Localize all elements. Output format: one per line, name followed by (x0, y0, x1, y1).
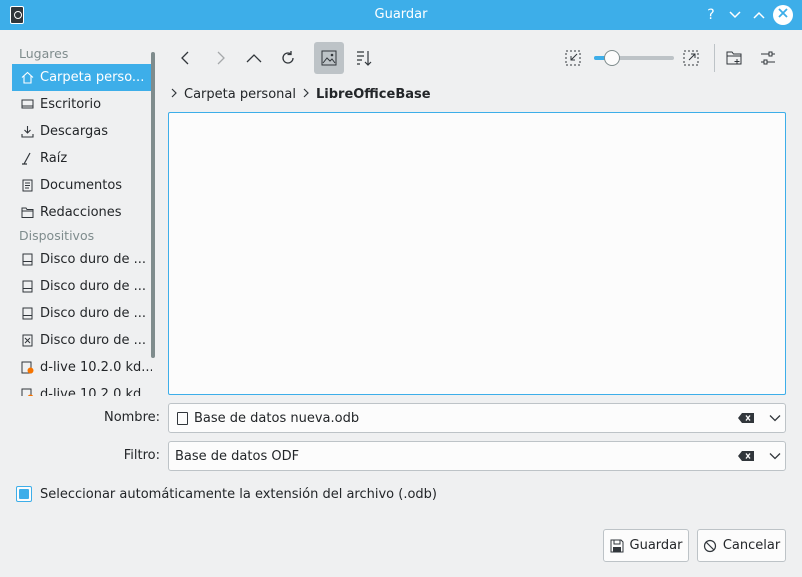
sort-button[interactable] (349, 42, 379, 74)
reload-button[interactable] (273, 42, 303, 74)
reload-icon (282, 51, 294, 64)
harddisk-icon (21, 334, 34, 347)
window-title: Guardar (374, 7, 428, 22)
filename-combo[interactable]: Base de datos nueva.odb (168, 403, 786, 433)
optical-disc-icon (21, 388, 34, 396)
breadcrumb: Carpeta personal LibreOfficeBase (170, 84, 431, 104)
help-button[interactable]: ? (701, 5, 721, 25)
sort-icon (357, 51, 372, 66)
places-panel: Lugares Carpeta perso... Escritorio Desc… (12, 44, 152, 396)
root-icon (21, 152, 34, 165)
file-list-view[interactable] (168, 112, 786, 395)
sidebar-item-root[interactable]: Raíz (12, 145, 152, 172)
zoom-out-button[interactable] (558, 42, 588, 74)
cancel-button-label: Cancelar (722, 538, 781, 553)
sidebar-scrollbar[interactable] (151, 52, 155, 358)
filter-combo[interactable]: Base de datos ODF (168, 441, 786, 471)
sidebar-item-home[interactable]: Carpeta perso... (12, 64, 152, 91)
chevron-right-icon (302, 87, 310, 101)
name-label: Nombre: (103, 410, 160, 425)
home-icon (21, 71, 34, 84)
options-button[interactable] (753, 42, 783, 74)
image-icon (321, 50, 337, 66)
minimize-button[interactable] (725, 5, 745, 25)
zoom-in-icon (683, 50, 699, 66)
settings-sliders-icon (761, 51, 775, 65)
new-folder-icon (726, 51, 742, 65)
sidebar-item-disk[interactable]: Disco duro de ... (12, 300, 152, 327)
sidebar-item-label: Redacciones (40, 205, 122, 220)
save-button-label: Guardar (629, 538, 683, 553)
sidebar-item-disk[interactable]: Disco duro de ... (12, 273, 152, 300)
sidebar-item-label: Documentos (40, 178, 123, 193)
harddisk-icon (21, 307, 34, 320)
sidebar-item-label: Disco duro de ... (40, 252, 147, 267)
sidebar-item-dlive[interactable]: d-live 10.2.0 kd... (12, 354, 152, 381)
breadcrumb-item-home[interactable]: Carpeta personal (184, 87, 296, 102)
zoom-slider-handle[interactable] (604, 50, 620, 66)
documents-icon (21, 179, 34, 192)
close-button[interactable] (773, 5, 793, 25)
title-bar[interactable]: Guardar ? (0, 0, 802, 30)
forward-button[interactable] (205, 42, 235, 74)
sidebar-item-label: Carpeta perso... (40, 70, 145, 85)
up-button[interactable] (239, 42, 269, 74)
filter-input[interactable]: Base de datos ODF (169, 449, 737, 464)
auto-extension-label[interactable]: Seleccionar automáticamente la extensión… (40, 487, 437, 502)
sidebar-item-documents[interactable]: Documentos (12, 172, 152, 199)
chevron-right-icon (217, 51, 225, 65)
chevron-down-icon[interactable] (763, 404, 785, 432)
sidebar-item-redacciones[interactable]: Redacciones (12, 199, 152, 226)
save-button[interactable]: Guardar (603, 529, 689, 562)
sidebar-item-label: Disco duro de ... (40, 306, 147, 321)
zoom-out-icon (565, 50, 581, 66)
preview-toggle-button[interactable] (314, 42, 344, 74)
chevron-down-icon[interactable] (763, 442, 785, 470)
sidebar-item-desktop[interactable]: Escritorio (12, 91, 152, 118)
sidebar-item-disk[interactable]: Disco duro de ... (12, 327, 152, 354)
zoom-slider[interactable] (594, 50, 674, 66)
desktop-icon (21, 98, 34, 111)
filter-label: Filtro: (123, 448, 160, 463)
harddisk-icon (21, 280, 34, 293)
maximize-button[interactable] (749, 5, 769, 25)
sidebar-item-label: Escritorio (40, 97, 102, 112)
sidebar-section-places: Lugares (19, 46, 69, 61)
sidebar-item-disk[interactable]: Disco duro de ... (12, 246, 152, 273)
back-button[interactable] (171, 42, 201, 74)
filename-input[interactable]: Base de datos nueva.odb (188, 411, 737, 426)
sidebar-section-devices: Dispositivos (19, 228, 95, 243)
save-icon (610, 539, 624, 552)
optical-disc-icon (21, 361, 34, 374)
cancel-button[interactable]: Cancelar (697, 529, 786, 562)
sidebar-item-label: Disco duro de ... (40, 333, 147, 348)
harddisk-icon (21, 253, 34, 266)
zoom-in-button[interactable] (676, 42, 706, 74)
sidebar-item-label: Descargas (40, 124, 109, 139)
auto-extension-row[interactable]: Seleccionar automáticamente la extensión… (16, 486, 437, 502)
breadcrumb-current[interactable]: LibreOfficeBase (316, 87, 431, 102)
sidebar-item-label: Raíz (40, 151, 68, 166)
sidebar-item-label: Disco duro de ... (40, 279, 147, 294)
sidebar-item-downloads[interactable]: Descargas (12, 118, 152, 145)
auto-extension-checkbox[interactable] (16, 486, 32, 502)
clear-text-icon[interactable] (737, 411, 755, 425)
clear-text-icon[interactable] (737, 449, 755, 463)
sidebar-item-label: d-live 10.2.0 kd... (40, 360, 152, 375)
toolbar-separator (714, 44, 715, 72)
folder-icon (21, 206, 34, 219)
chevron-up-icon (246, 54, 262, 63)
cancel-icon (703, 539, 716, 552)
download-icon (21, 125, 34, 138)
sidebar-item-label: d-live 10.2.0 kd... (40, 387, 152, 396)
chevron-right-icon (170, 87, 178, 101)
document-icon (177, 411, 188, 425)
new-folder-button[interactable] (719, 42, 749, 74)
sidebar-item-dlive[interactable]: d-live 10.2.0 kd... (12, 381, 152, 396)
chevron-left-icon (181, 51, 189, 65)
